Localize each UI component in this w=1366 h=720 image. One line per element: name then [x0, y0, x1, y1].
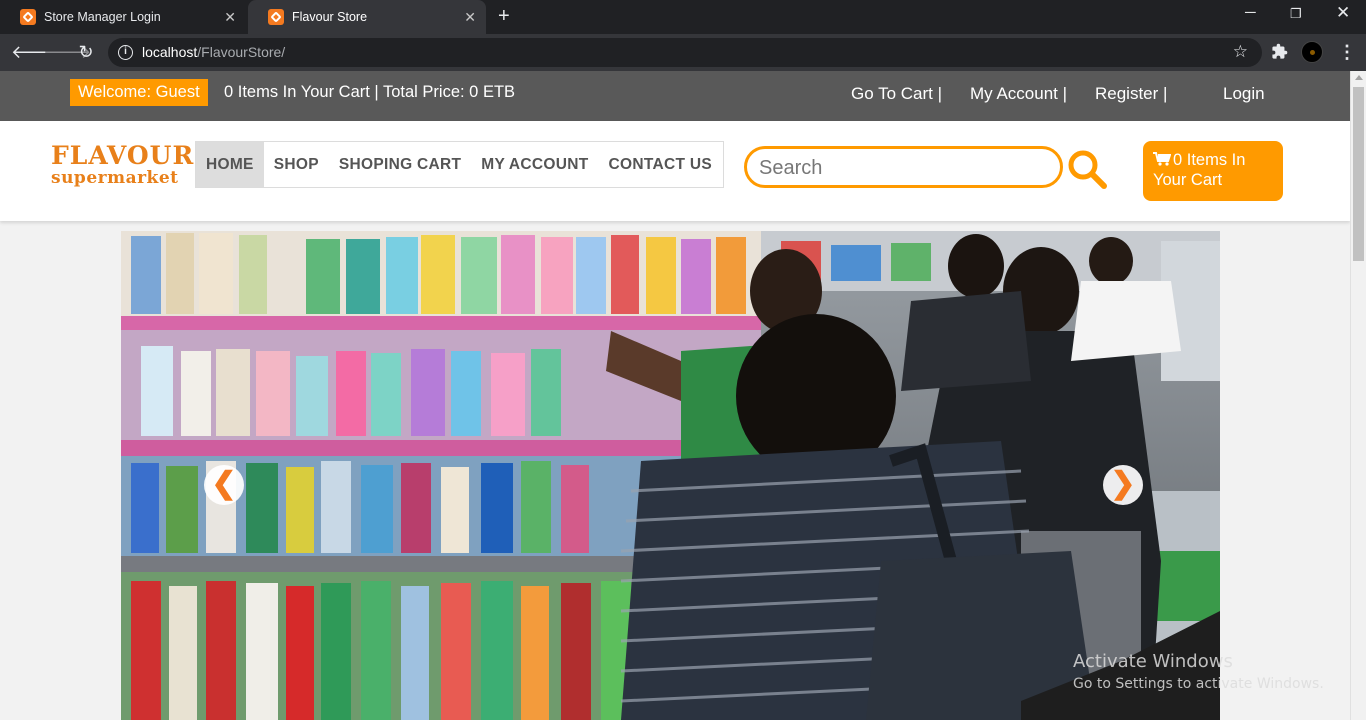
cart-button[interactable]: 0 Items In Your Cart: [1143, 141, 1283, 201]
login-link[interactable]: Login: [1223, 84, 1265, 104]
bookmark-star-icon[interactable]: ☆: [1233, 42, 1248, 62]
register-link[interactable]: Register |: [1095, 84, 1167, 104]
back-icon[interactable]: 🡐: [11, 41, 59, 63]
close-tab-icon[interactable]: ✕: [224, 8, 236, 26]
page-viewport: Welcome: Guest 0 Items In Your Cart | To…: [0, 71, 1366, 720]
welcome-badge: Welcome: Guest: [70, 79, 208, 106]
watermark-line-2: Go to Settings to activate Windows.: [1073, 676, 1324, 692]
search-icon[interactable]: [1068, 150, 1108, 190]
search-input[interactable]: [759, 155, 1049, 181]
go-to-cart-link[interactable]: Go To Cart |: [851, 84, 942, 104]
my-account-link[interactable]: My Account |: [970, 84, 1067, 104]
extensions-puzzle-icon[interactable]: [1271, 43, 1288, 65]
top-info-bar: Welcome: Guest 0 Items In Your Cart | To…: [0, 71, 1350, 121]
forward-icon[interactable]: 🡒: [43, 41, 91, 63]
supermarket-photo: [121, 231, 1220, 720]
reload-icon[interactable]: ↻: [75, 41, 97, 63]
tab-title: Store Manager Login: [44, 10, 161, 24]
nav-shopping-cart[interactable]: SHOPING CART: [329, 142, 471, 187]
scroll-up-arrow-icon[interactable]: [1355, 75, 1363, 80]
activate-windows-watermark: Activate Windows Go to Settings to activ…: [1073, 651, 1324, 692]
browser-tab-strip: Store Manager Login ✕ Flavour Store ✕ + …: [0, 0, 1366, 34]
close-window-icon[interactable]: ✕: [1336, 3, 1350, 23]
site-info-icon[interactable]: i: [118, 45, 133, 60]
browser-menu-icon[interactable]: ⋮: [1338, 41, 1356, 63]
site-header: FLAVOUR supermarket HOME SHOP SHOPING CA…: [0, 121, 1350, 221]
profile-avatar[interactable]: [1301, 41, 1323, 63]
tab-store-manager-login[interactable]: Store Manager Login ✕: [0, 0, 246, 34]
xampp-favicon-icon: [268, 9, 284, 25]
carousel-next-button[interactable]: ❯: [1103, 465, 1143, 505]
nav-shop[interactable]: SHOP: [264, 142, 329, 187]
shopping-cart-icon: [1153, 151, 1172, 166]
minimize-icon[interactable]: ─: [1245, 4, 1256, 21]
logo-line-1: FLAVOUR: [51, 141, 195, 170]
new-tab-icon[interactable]: +: [498, 5, 510, 27]
nav-home[interactable]: HOME: [196, 142, 264, 187]
xampp-favicon-icon: [20, 9, 36, 25]
flavour-supermarket-logo[interactable]: FLAVOUR supermarket: [50, 141, 193, 193]
hero-carousel: ❮ ❯: [121, 231, 1220, 720]
logo-line-2: supermarket: [51, 168, 179, 188]
main-navigation: HOME SHOP SHOPING CART MY ACCOUNT CONTAC…: [195, 141, 724, 188]
tab-flavour-store[interactable]: Flavour Store ✕: [248, 0, 486, 34]
url-text: localhost/FlavourStore/: [142, 44, 286, 60]
nav-contact-us[interactable]: CONTACT US: [599, 142, 722, 187]
search-box: [744, 146, 1063, 188]
address-bar[interactable]: i localhost/FlavourStore/ ☆: [108, 38, 1262, 67]
browser-toolbar: 🡐 🡒 ↻ i localhost/FlavourStore/ ☆ ⋮: [0, 34, 1366, 71]
carousel-prev-button[interactable]: ❮: [204, 465, 244, 505]
scrollbar-thumb[interactable]: [1353, 87, 1364, 261]
watermark-line-1: Activate Windows: [1073, 651, 1233, 672]
page-scrollbar[interactable]: [1350, 71, 1366, 720]
nav-my-account[interactable]: MY ACCOUNT: [471, 142, 598, 187]
restore-icon[interactable]: ❐: [1290, 6, 1302, 22]
close-tab-icon[interactable]: ✕: [464, 8, 476, 26]
cart-summary-text: 0 Items In Your Cart | Total Price: 0 ET…: [224, 83, 516, 101]
tab-title: Flavour Store: [292, 10, 368, 24]
